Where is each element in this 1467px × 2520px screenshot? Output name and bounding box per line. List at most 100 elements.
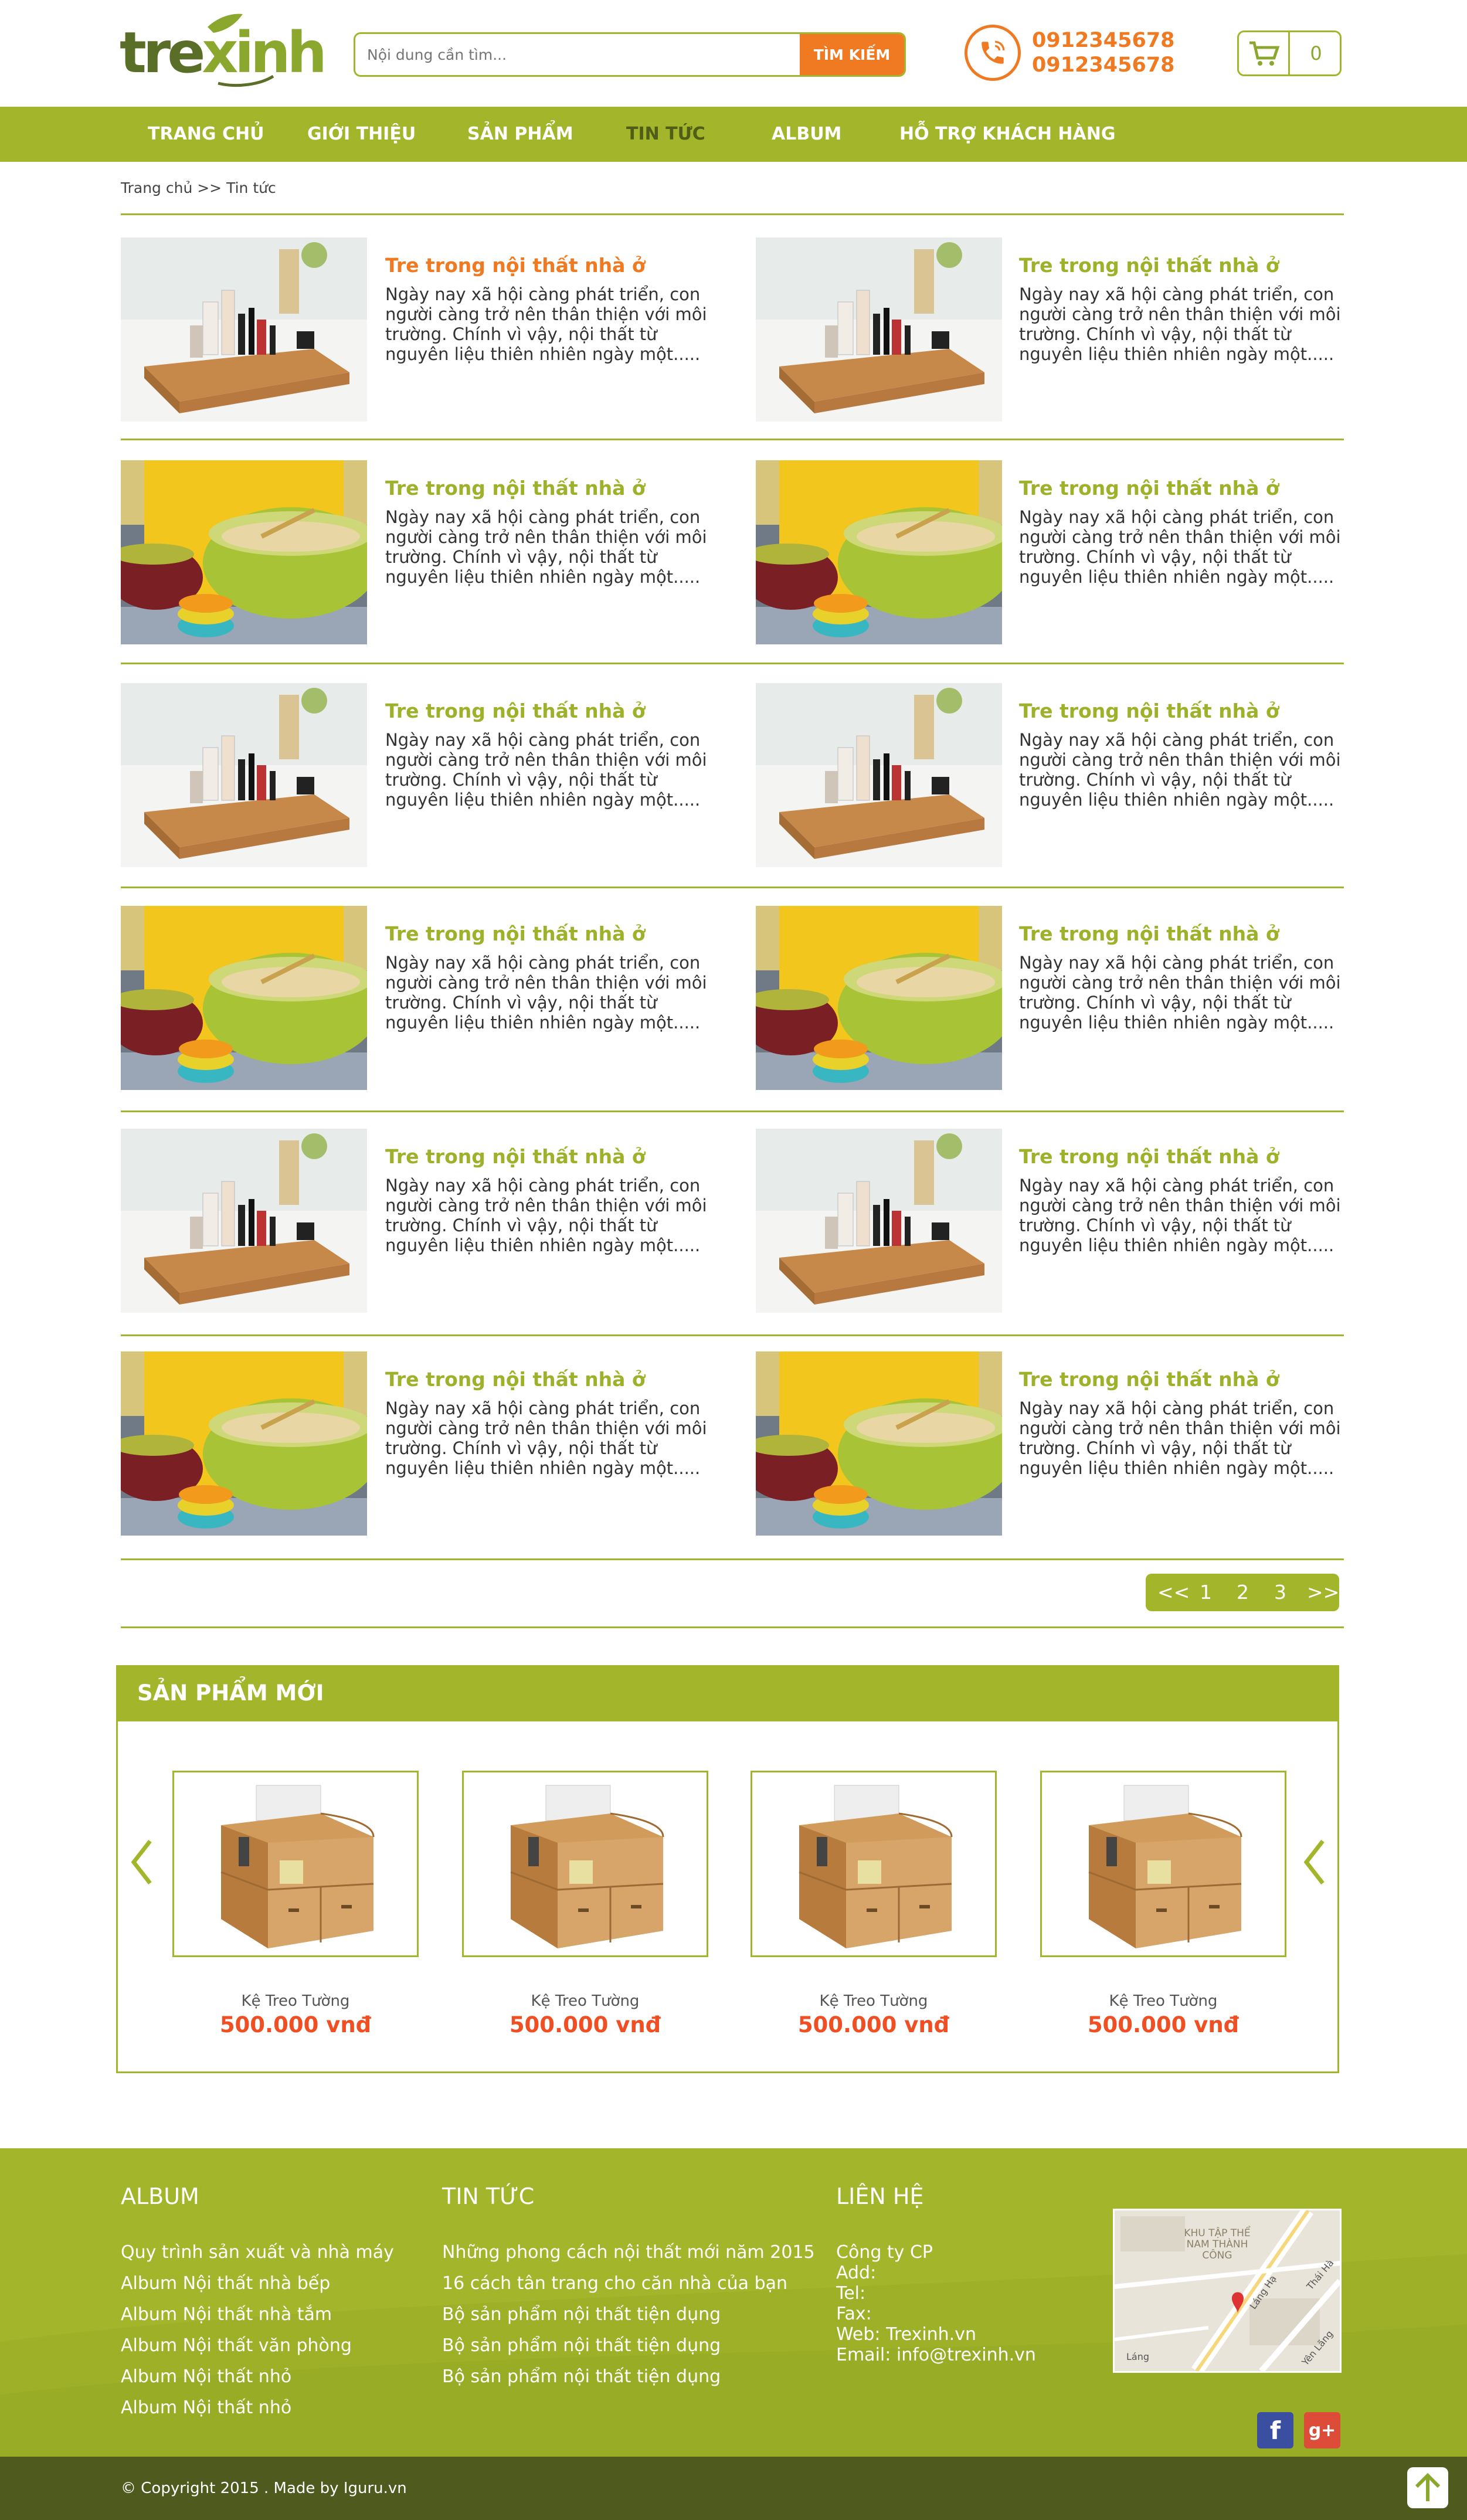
page-2[interactable]: 2 — [1237, 1574, 1249, 1611]
cart-count: 0 — [1310, 42, 1322, 64]
footer-album-link[interactable]: Album Nội thất văn phòng — [121, 2335, 352, 2356]
back-to-top-icon[interactable] — [1407, 2467, 1448, 2508]
footer-news-link[interactable]: Bộ sản phẩm nội thất tiện dụng — [442, 2366, 721, 2387]
article-excerpt: Ngày nay xã hội càng phát triển, con ngư… — [1019, 730, 1341, 810]
article-excerpt: Ngày nay xã hội càng phát triển, con ngư… — [385, 953, 707, 1033]
product-image[interactable] — [462, 1771, 708, 1957]
article-excerpt: Ngày nay xã hội càng phát triển, con ngư… — [385, 730, 707, 810]
footer-album-link[interactable]: Album Nội thất nhà bếp — [121, 2273, 330, 2294]
logo[interactable]: trexinh — [120, 13, 327, 93]
page-3[interactable]: 3 — [1274, 1574, 1286, 1611]
hotline-number-2[interactable]: 0912345678 — [1032, 53, 1175, 77]
search-button[interactable]: TÌM KIẾM — [800, 34, 904, 75]
article-title[interactable]: Tre trong nội thất nhà ở — [385, 1368, 646, 1391]
article-excerpt: Ngày nay xã hội càng phát triển, con ngư… — [385, 1176, 707, 1255]
logo-text-xinh: xinh — [202, 20, 327, 86]
article-thumbnail[interactable] — [121, 906, 367, 1090]
nav-about[interactable]: GIỚI THIỆU — [307, 107, 416, 162]
footer-album-link[interactable]: Album Nội thất nhà tắm — [121, 2304, 332, 2325]
product-image[interactable] — [172, 1771, 419, 1957]
footer-contact-web[interactable]: Web: Trexinh.vn — [836, 2324, 976, 2345]
main-nav: TRANG CHỦ GIỚI THIỆU SẢN PHẨM TIN TỨC AL… — [0, 107, 1467, 162]
article-title[interactable]: Tre trong nội thất nhà ở — [1019, 1145, 1279, 1168]
product-price: 500.000 vnđ — [1087, 2012, 1240, 2037]
product-name[interactable]: Kệ Treo Tường — [172, 1992, 419, 2010]
footer-news-link[interactable]: Bộ sản phẩm nội thất tiện dụng — [442, 2304, 721, 2325]
footer-contact-line: Fax: — [836, 2304, 872, 2324]
article-thumbnail[interactable] — [756, 1351, 1002, 1536]
article-title[interactable]: Tre trong nội thất nhà ở — [1019, 699, 1279, 722]
new-products-header: SẢN PHẨM MỚI — [116, 1665, 1339, 1721]
divider — [121, 663, 1344, 664]
cart-button[interactable]: 0 — [1237, 30, 1342, 76]
article-title[interactable]: Tre trong nội thất nhà ở — [1019, 1368, 1279, 1391]
google-plus-icon[interactable]: g+ — [1304, 2412, 1340, 2448]
carousel-right-arrow-icon[interactable] — [1303, 1839, 1326, 1886]
article-excerpt: Ngày nay xã hội càng phát triển, con ngư… — [385, 284, 707, 364]
product-name[interactable]: Kệ Treo Tường — [462, 1992, 708, 2010]
article-thumbnail[interactable] — [121, 237, 367, 422]
page-prev[interactable]: << — [1157, 1574, 1190, 1611]
article-thumbnail[interactable] — [756, 237, 1002, 422]
article-thumbnail[interactable] — [756, 1129, 1002, 1313]
article-title[interactable]: Tre trong nội thất nhà ở — [1019, 922, 1279, 945]
article-excerpt: Ngày nay xã hội càng phát triển, con ngư… — [1019, 284, 1341, 364]
article-title[interactable]: Tre trong nội thất nhà ở — [1019, 254, 1279, 277]
footer-contact-heading: LIÊN HỆ — [836, 2183, 924, 2209]
carousel-left-arrow-icon[interactable] — [130, 1839, 154, 1886]
article-thumbnail[interactable] — [121, 1129, 367, 1313]
product-name[interactable]: Kệ Treo Tường — [1040, 1992, 1286, 2010]
article-thumbnail[interactable] — [756, 683, 1002, 867]
nav-home[interactable]: TRANG CHỦ — [148, 107, 264, 162]
divider — [121, 439, 1344, 440]
nav-news[interactable]: TIN TỨC — [626, 107, 705, 162]
divider — [121, 1110, 1344, 1112]
article-thumbnail[interactable] — [756, 460, 1002, 644]
article-excerpt: Ngày nay xã hội càng phát triển, con ngư… — [385, 507, 707, 587]
footer-news-link[interactable]: Những phong cách nội thất mới năm 2015 — [442, 2242, 815, 2263]
facebook-icon[interactable]: f — [1257, 2412, 1293, 2448]
footer-album-link[interactable]: Quy trình sản xuất và nhà máy — [121, 2242, 394, 2263]
search-input[interactable] — [355, 34, 800, 75]
product-price: 500.000 vnđ — [797, 2012, 950, 2037]
product-price: 500.000 vnđ — [219, 2012, 372, 2037]
article-thumbnail[interactable] — [121, 1351, 367, 1536]
footer-news-link[interactable]: Bộ sản phẩm nội thất tiện dụng — [442, 2335, 721, 2356]
page-next[interactable]: >> — [1307, 1574, 1339, 1611]
footer: ALBUM Quy trình sản xuất và nhà máy Albu… — [0, 2148, 1467, 2457]
article-excerpt: Ngày nay xã hội càng phát triển, con ngư… — [1019, 507, 1341, 587]
article-excerpt: Ngày nay xã hội càng phát triển, con ngư… — [1019, 953, 1341, 1033]
footer-news-link[interactable]: 16 cách tân trang cho căn nhà của bạn — [442, 2273, 787, 2294]
footer-album-link[interactable]: Album Nội thất nhỏ — [121, 2366, 291, 2387]
article-title[interactable]: Tre trong nội thất nhà ở — [1019, 477, 1279, 500]
product-image[interactable] — [1040, 1771, 1286, 1957]
map-street-label: Láng — [1126, 2351, 1150, 2362]
footer-contact-line: Công ty CP — [836, 2242, 933, 2263]
page-1[interactable]: 1 — [1200, 1574, 1212, 1611]
article-thumbnail[interactable] — [121, 460, 367, 644]
hotline-number-1[interactable]: 0912345678 — [1032, 28, 1175, 53]
footer-contact-line: Tel: — [836, 2283, 866, 2304]
copyright: © Copyright 2015 . Made by Iguru.vn — [121, 2480, 407, 2497]
nav-products[interactable]: SẢN PHẨM — [467, 107, 573, 162]
article-title[interactable]: Tre trong nội thất nhà ở — [385, 922, 646, 945]
footer-contact-email[interactable]: Email: info@trexinh.vn — [836, 2345, 1036, 2365]
nav-album[interactable]: ALBUM — [772, 107, 841, 162]
article-excerpt: Ngày nay xã hội càng phát triển, con ngư… — [1019, 1176, 1341, 1255]
map-area-label: KHU TẬP THỂ NAM THÀNH CÔNG — [1184, 2227, 1251, 2261]
location-map[interactable]: KHU TẬP THỂ NAM THÀNH CÔNG Láng Hạ Thái … — [1113, 2209, 1342, 2373]
article-thumbnail[interactable] — [121, 683, 367, 867]
article-title[interactable]: Tre trong nội thất nhà ở — [385, 477, 646, 500]
footer-album-link[interactable]: Album Nội thất nhỏ — [121, 2397, 291, 2418]
phone-icon — [965, 25, 1021, 81]
nav-support[interactable]: HỖ TRỢ KHÁCH HÀNG — [899, 107, 1115, 162]
article-title[interactable]: Tre trong nội thất nhà ở — [385, 1145, 646, 1168]
divider — [121, 1334, 1344, 1336]
divider — [121, 1626, 1344, 1628]
breadcrumb[interactable]: Trang chủ >> Tin tức — [121, 179, 276, 196]
product-image[interactable] — [751, 1771, 997, 1957]
product-name[interactable]: Kệ Treo Tường — [751, 1992, 997, 2010]
article-title[interactable]: Tre trong nội thất nhà ở — [385, 699, 646, 722]
article-thumbnail[interactable] — [756, 906, 1002, 1090]
article-title[interactable]: Tre trong nội thất nhà ở — [385, 254, 646, 277]
